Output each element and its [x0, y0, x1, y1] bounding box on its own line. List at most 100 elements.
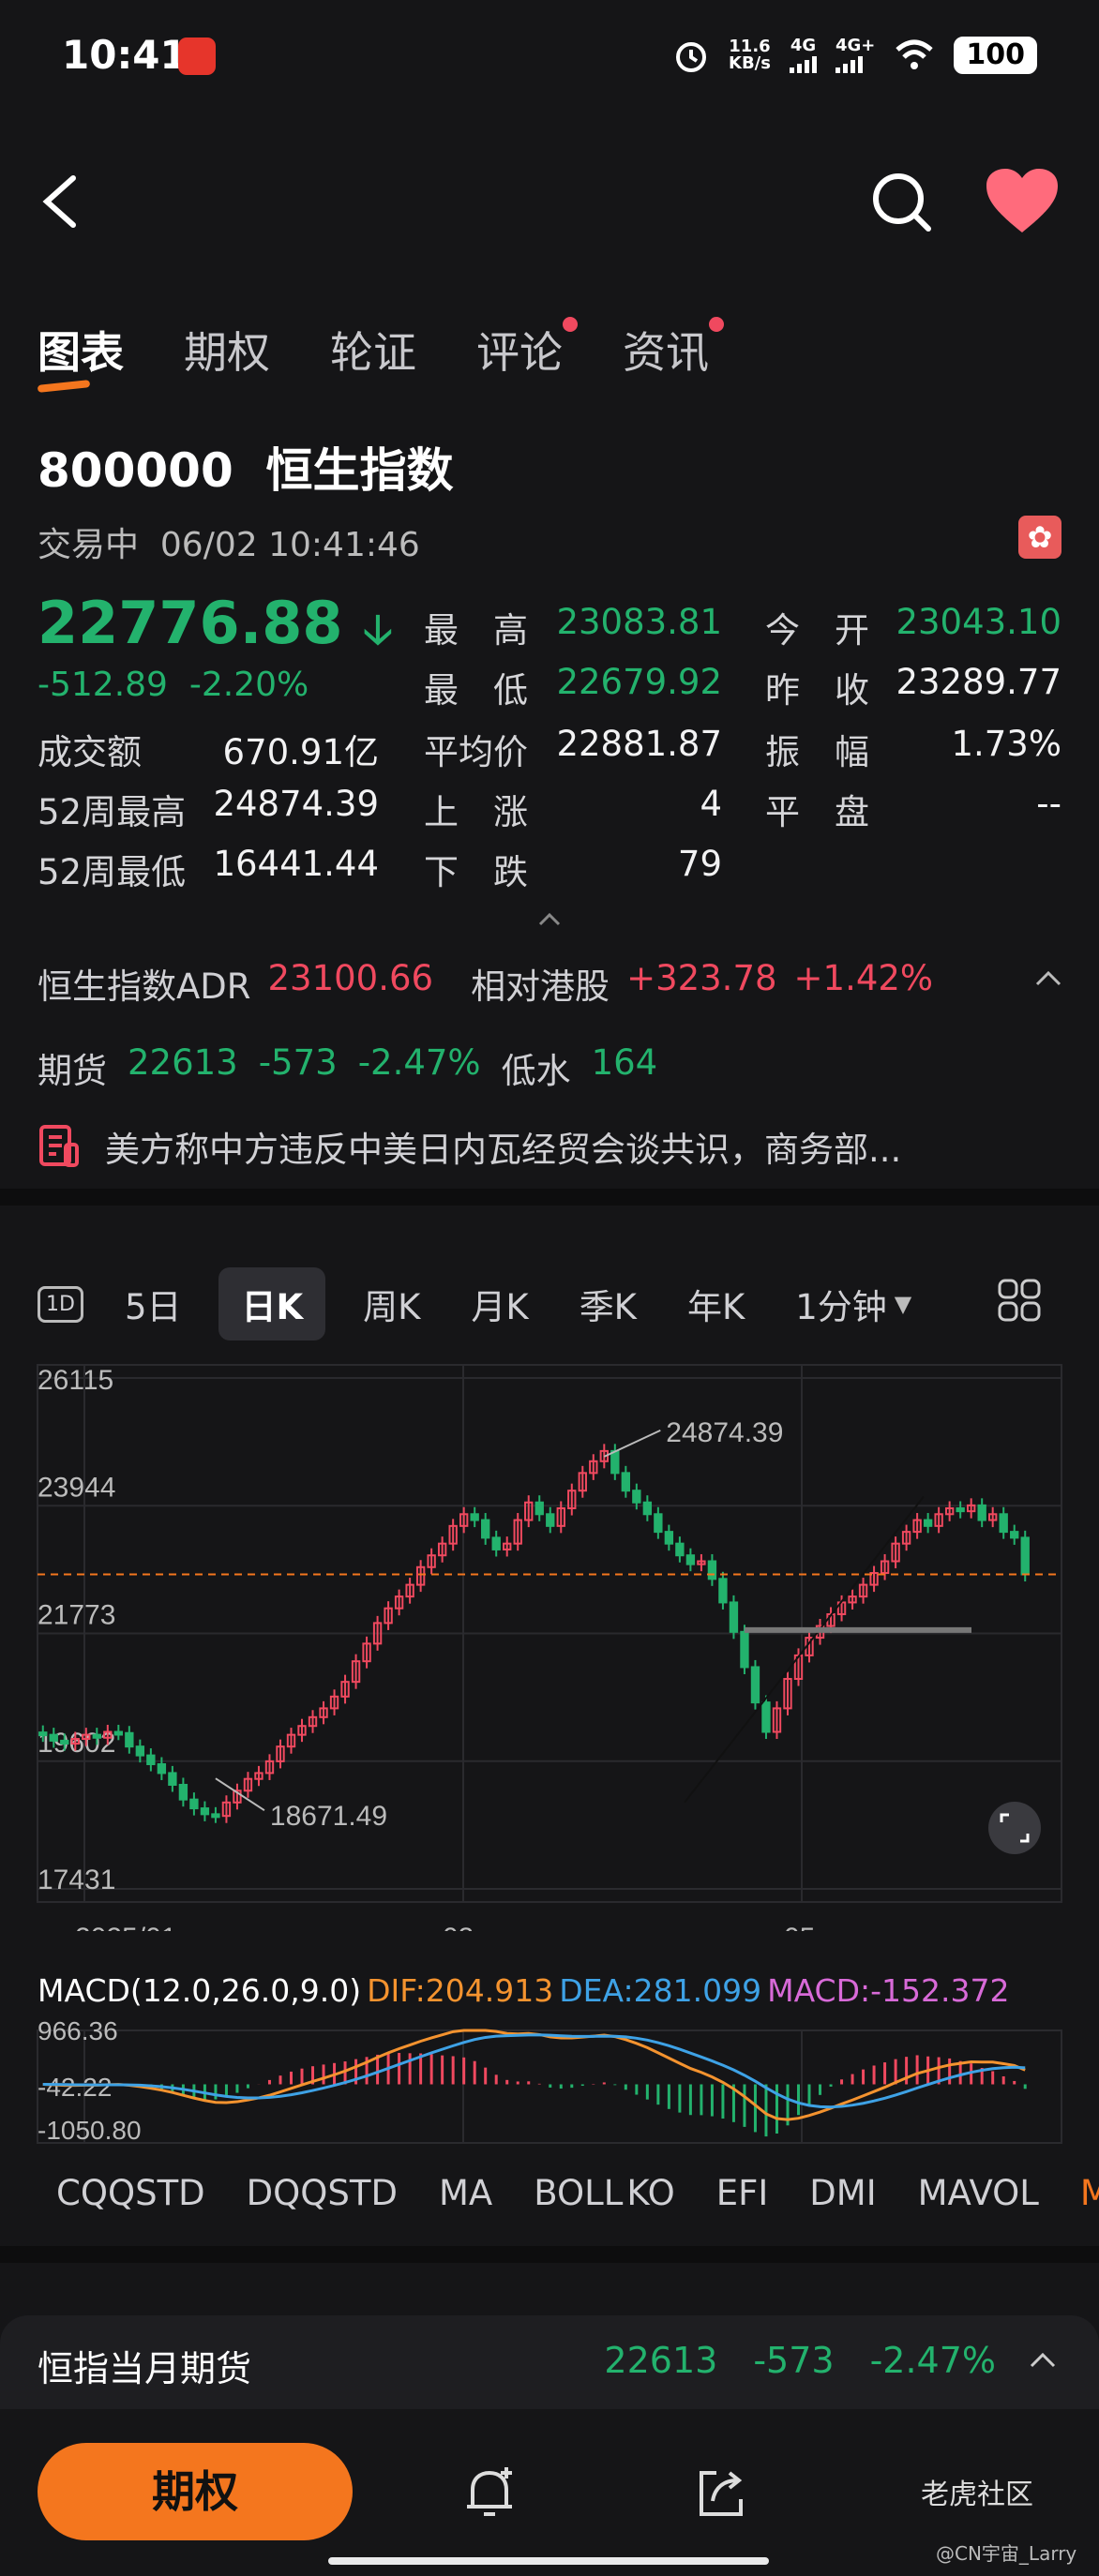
avg-value: 22881.87	[556, 724, 722, 764]
turnover-value: 670.91亿	[222, 732, 379, 772]
period-1min[interactable]: 1分钟	[795, 1271, 887, 1337]
candle-body	[654, 1513, 663, 1534]
low-value: 22679.92	[556, 662, 722, 702]
status-time: 10:41	[62, 32, 188, 78]
indicator-efi[interactable]: EFI	[716, 2173, 769, 2213]
candle-body	[1010, 1531, 1019, 1539]
futures-label: 期货	[38, 1051, 107, 1091]
futures-bar-values: 22613 -573 -2.47%	[604, 2340, 996, 2381]
candle-body	[761, 1701, 771, 1733]
high-annotation: 24874.39	[666, 1417, 783, 1448]
unchanged-value: --	[1036, 784, 1061, 824]
indicator-boll[interactable]: BOLL	[534, 2173, 623, 2213]
candle-body	[977, 1504, 986, 1521]
watermark-handle: @CN宇宙_Larry	[936, 2542, 1077, 2565]
annotation-leader	[603, 1429, 661, 1458]
grid-layout-icon[interactable]	[998, 1279, 1041, 1322]
period-yearly-k[interactable]: 年K	[687, 1271, 745, 1337]
detail-tabs: 图表 期权 轮证 评论 资讯	[38, 317, 769, 381]
futures-bar-change: -573	[753, 2340, 835, 2381]
expand-chevron-icon[interactable]	[1030, 2351, 1056, 2370]
back-arrow-icon[interactable]	[34, 169, 90, 234]
avg-label: 平均价	[424, 732, 528, 772]
candle-body	[729, 1601, 739, 1633]
candlestick-chart[interactable]: 26115239442177319602174312025/0103052487…	[0, 1350, 1099, 1931]
candle-body	[113, 1730, 124, 1736]
candle-body	[146, 1754, 156, 1766]
candle-body	[211, 1813, 220, 1819]
search-icon[interactable]	[868, 169, 934, 234]
period-5d[interactable]: 5日	[125, 1271, 182, 1337]
indicator-ma-active[interactable]: MA	[1080, 2173, 1099, 2213]
alert-bell-icon[interactable]	[459, 2462, 521, 2524]
indicator-mavol[interactable]: MAVOL	[918, 2173, 1039, 2213]
52wk-low-value: 16441.44	[213, 844, 379, 884]
trade-status: 交易中 06/02 10:41:46	[38, 526, 420, 564]
candle-body	[923, 1519, 933, 1527]
period-quarterly-k[interactable]: 季K	[580, 1271, 637, 1337]
y-tick-label: 21773	[38, 1600, 115, 1631]
advancers-value: 4	[700, 784, 722, 824]
candle-body	[685, 1554, 696, 1565]
indicator-dmi[interactable]: DMI	[809, 2173, 876, 2213]
indicator-tabs: CQQSTD DQQSTD MA BOLL KO EFI DMI MAVOL M…	[56, 2173, 1099, 2213]
indicator-ko[interactable]: KO	[626, 2173, 674, 2213]
adr-collapse-chevron-icon[interactable]	[1035, 969, 1061, 988]
52wk-high-value: 24874.39	[213, 784, 379, 824]
indicator-ma[interactable]: MA	[439, 2173, 492, 2213]
period-weekly-k[interactable]: 周K	[363, 1271, 420, 1337]
candle-body	[189, 1798, 199, 1810]
adr-rel-change: +323.78	[626, 958, 777, 998]
candle-body	[49, 1733, 58, 1742]
tab-warrants[interactable]: 轮证	[330, 319, 416, 381]
open-label: 今 开	[765, 610, 869, 651]
home-indicator	[328, 2557, 769, 2565]
macd-chart[interactable]: 966.36 -42.22 -1050.80	[0, 2015, 1099, 2156]
news-ticker[interactable]: 美方称中方违反中美日内瓦经贸会谈共识，商务部...	[38, 1121, 901, 1172]
dropdown-caret-icon[interactable]: ▼	[895, 1291, 911, 1317]
candle-body	[534, 1501, 544, 1516]
adr-value: 23100.66	[267, 958, 434, 998]
tab-options[interactable]: 期权	[184, 319, 270, 381]
candle-body	[664, 1531, 674, 1545]
share-icon[interactable]	[690, 2462, 752, 2524]
period-1d[interactable]: 1D	[38, 1285, 83, 1323]
open-value: 23043.10	[896, 602, 1061, 642]
y-tick-label: 23944	[38, 1472, 115, 1503]
tab-news[interactable]: 资讯	[623, 317, 724, 381]
x-tick-label: 2025/01	[75, 1923, 176, 1931]
futures-row: 期货 22613 -573 -2.47% 低水 164	[38, 1042, 657, 1093]
collapse-chevron-icon[interactable]	[538, 911, 561, 926]
news-headline: 美方称中方违反中美日内瓦经贸会谈共识，商务部...	[105, 1130, 902, 1170]
options-button[interactable]: 期权	[38, 2443, 353, 2540]
indicator-dqqstd[interactable]: DQQSTD	[247, 2173, 398, 2213]
period-daily-k[interactable]: 日K	[218, 1267, 326, 1340]
net-speed: 11.6 KB/s	[729, 37, 771, 73]
macd-dea: DEA:281.099	[559, 1972, 762, 2009]
candle-body	[750, 1666, 760, 1704]
advancers-label: 上 涨	[424, 792, 528, 832]
macd-legend: MACD(12.0,26.0,9.0) DIF:204.913 DEA:281.…	[38, 1972, 1010, 2009]
tab-chart[interactable]: 图表	[38, 319, 124, 381]
futures-bar-pct: -2.47%	[869, 2340, 996, 2381]
heart-favorite-icon[interactable]	[985, 167, 1060, 236]
candle-body	[718, 1578, 728, 1604]
adr-label: 恒生指数ADR	[38, 966, 251, 1007]
candle-body	[178, 1783, 188, 1801]
notification-dot	[563, 317, 578, 332]
macd-params: MACD(12.0,26.0,9.0)	[38, 1972, 362, 2009]
candle-body	[675, 1542, 685, 1557]
candle-body	[38, 1731, 48, 1737]
indicator-cqqstd[interactable]: CQQSTD	[56, 2173, 205, 2213]
discount-value: 164	[591, 1042, 658, 1083]
futures-change: -573	[258, 1042, 338, 1083]
y-tick-label: 17431	[38, 1865, 115, 1895]
candle-body	[546, 1513, 555, 1527]
tab-comments[interactable]: 评论	[476, 317, 578, 381]
candle-body	[1020, 1536, 1030, 1576]
candle-body	[60, 1739, 69, 1745]
period-monthly-k[interactable]: 月K	[471, 1271, 528, 1337]
candle-body	[956, 1507, 965, 1513]
high-label: 最 高	[424, 610, 528, 651]
news-document-icon	[39, 1125, 79, 1167]
